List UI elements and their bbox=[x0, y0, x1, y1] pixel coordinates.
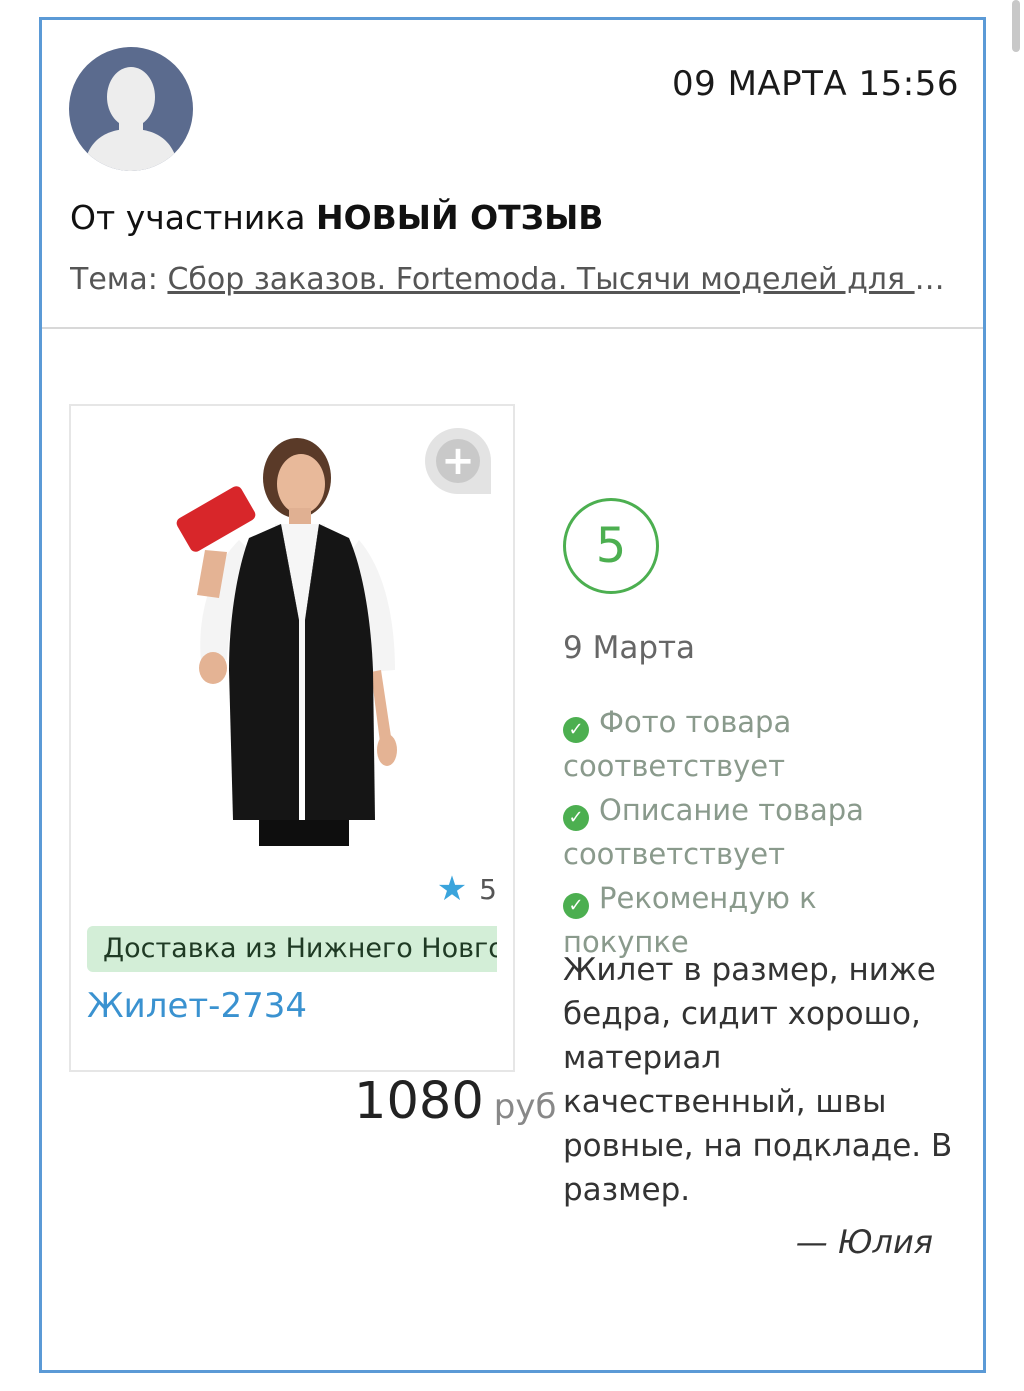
topic-line: Тема: Сбор заказов. Fortemoda. Тысячи мо… bbox=[70, 262, 958, 297]
check-description-matches: ✓ Описание товара соответствует bbox=[563, 788, 943, 876]
product-image[interactable] bbox=[149, 420, 439, 846]
review-card: 09 МАРТА 15:56 От участника НОВЫЙ ОТЗЫВ … bbox=[39, 17, 986, 1373]
author-name[interactable]: НОВЫЙ ОТЗЫВ bbox=[316, 198, 603, 237]
topic-label: Тема: bbox=[70, 262, 158, 297]
price-value: 1080 bbox=[354, 1072, 484, 1131]
topic-link[interactable]: Сбор заказов. Fortemoda. Тысячи моделей … bbox=[167, 262, 958, 297]
star-icon: ★ bbox=[436, 869, 468, 909]
product-name-link[interactable]: Жилет-2734 bbox=[87, 986, 307, 1026]
check-circle-icon: ✓ bbox=[563, 805, 589, 831]
scrollbar[interactable] bbox=[1012, 0, 1020, 52]
check-circle-icon: ✓ bbox=[563, 893, 589, 919]
review-text: Жилет в размер, ниже бедра, сидит хорошо… bbox=[563, 952, 953, 1208]
product-price: 1080 руб bbox=[354, 1072, 556, 1131]
author-prefix: От участника bbox=[70, 198, 306, 237]
check-circle-icon: ✓ bbox=[563, 717, 589, 743]
check-photo-matches: ✓ Фото товара соответствует bbox=[563, 700, 943, 788]
author-line: От участника НОВЫЙ ОТЗЫВ bbox=[70, 198, 603, 237]
product-rating: ★ 5 bbox=[437, 872, 497, 906]
review-date: 9 Марта bbox=[563, 630, 696, 666]
user-avatar-icon[interactable] bbox=[69, 47, 193, 171]
review-checks: ✓ Фото товара соответствует ✓ Описание тов… bbox=[563, 700, 943, 964]
check-label: Фото товара соответствует bbox=[563, 705, 792, 783]
product-card[interactable]: + ★ 5 Доставка из Нижнего Новгорода Жиле… bbox=[69, 404, 515, 1072]
product-rating-value: 5 bbox=[479, 872, 497, 906]
post-datetime: 09 МАРТА 15:56 bbox=[672, 64, 959, 104]
check-label: Описание товара соответствует bbox=[563, 793, 864, 871]
review-score: 5 bbox=[563, 498, 659, 594]
delivery-badge: Доставка из Нижнего Новгорода bbox=[87, 926, 497, 972]
divider bbox=[42, 327, 983, 329]
price-currency: руб bbox=[493, 1087, 557, 1127]
add-plus-icon[interactable]: + bbox=[425, 428, 491, 494]
review-author: — Юлия bbox=[795, 1223, 933, 1261]
